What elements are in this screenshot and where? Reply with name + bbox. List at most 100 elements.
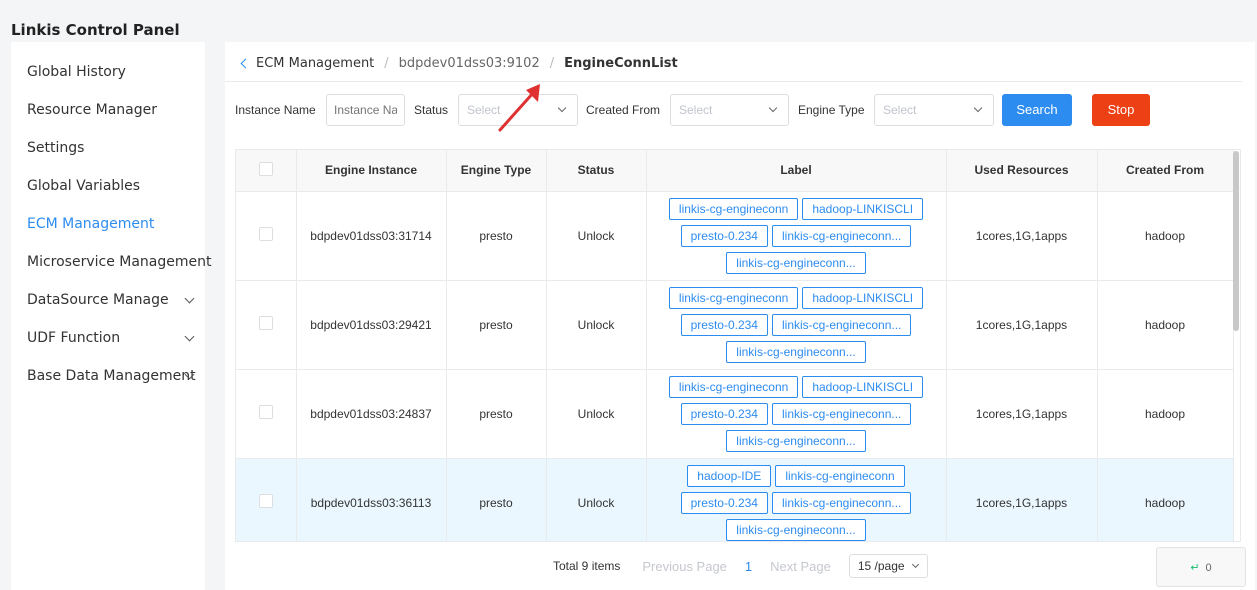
page-size-select[interactable]: 15 /page — [848, 554, 928, 578]
label-tag: presto-0.234 — [680, 491, 768, 514]
created-from-cell: hadoop — [1097, 458, 1234, 541]
status-cell: Unlock — [546, 369, 647, 459]
engine-type-cell: presto — [446, 280, 547, 370]
divider — [225, 81, 1242, 82]
breadcrumb-root[interactable]: ECM Management — [256, 56, 374, 71]
floating-widget[interactable]: ↵ 0 — [1156, 547, 1246, 587]
sidebar-item-label: Base Data Management — [27, 368, 196, 384]
select-all-checkbox[interactable] — [258, 161, 273, 176]
select-all-header — [236, 150, 297, 192]
label-tag: linkis-cg-engineconn... — [726, 340, 866, 363]
label-tag: hadoop-LINKISCLI — [802, 286, 924, 309]
sidebar-item-global-variables[interactable]: Global Variables — [27, 178, 140, 194]
breadcrumb-middle[interactable]: bdpdev01dss03:9102 — [399, 56, 540, 71]
sidebar-item-global-history[interactable]: Global History — [27, 64, 126, 80]
row-checkbox[interactable] — [258, 227, 273, 241]
instance-name-input[interactable] — [326, 94, 405, 126]
created-from-select-value: Select — [679, 103, 713, 117]
table-row[interactable]: bdpdev01dss03:31714 presto Unlock linkis… — [236, 191, 1234, 281]
app-title: Linkis Control Panel — [11, 21, 180, 39]
table-row[interactable]: bdpdev01dss03:36113 presto Unlock hadoop… — [236, 458, 1234, 541]
sidebar-item-ecm-management[interactable]: ECM Management — [27, 216, 154, 232]
label-tag: presto-0.234 — [680, 313, 768, 336]
used-resources-cell: 1cores,1G,1apps — [946, 280, 1098, 370]
engine-type-cell: presto — [446, 369, 547, 459]
used-resources-cell: 1cores,1G,1apps — [946, 369, 1098, 459]
sidebar-item-label: DataSource Manage — [27, 292, 169, 308]
engine-instance-cell: bdpdev01dss03:24837 — [296, 369, 447, 459]
sidebar-item-microservice-management[interactable]: Microservice Management — [27, 254, 212, 270]
page-size-value: 15 /page — [857, 559, 905, 573]
created-from-cell: hadoop — [1097, 280, 1234, 370]
stop-button[interactable]: Stop — [1092, 94, 1150, 126]
column-header[interactable]: Label — [646, 150, 947, 192]
engine-type-cell: presto — [446, 458, 547, 541]
breadcrumb-current: EngineConnList — [564, 56, 678, 71]
instance-name-label: Instance Name — [235, 103, 316, 117]
engine-type-select[interactable]: Select — [874, 94, 994, 126]
engine-instance-cell: bdpdev01dss03:36113 — [296, 458, 447, 541]
label-tag: hadoop-IDE — [687, 464, 772, 487]
sidebar-item-label: Settings — [27, 140, 85, 156]
sidebar-item-label: Global History — [27, 64, 126, 80]
label-tag: linkis-cg-engineconn... — [726, 251, 866, 274]
sidebar-item-settings[interactable]: Settings — [27, 140, 84, 156]
row-select-cell — [236, 191, 297, 281]
annotation-arrow-icon — [498, 84, 540, 132]
label-tag: linkis-cg-engineconn... — [771, 313, 912, 336]
engine-table: Engine Instance Engine Type Status Label… — [235, 149, 1241, 542]
label-tag: linkis-cg-engineconn — [668, 286, 799, 309]
status-cell: Unlock — [546, 280, 647, 370]
row-checkbox[interactable] — [258, 316, 273, 330]
sidebar-item-label: ECM Management — [27, 216, 155, 232]
sidebar-item-resource-manager[interactable]: Resource Manager — [27, 102, 157, 118]
pagination: Total 9 items Previous Page 1 Next Page … — [553, 554, 928, 578]
page-number-button[interactable]: 1 — [745, 559, 752, 574]
breadcrumb: ECM Management / bdpdev01dss03:9102 / En… — [239, 56, 678, 71]
previous-page-button[interactable]: Previous Page — [642, 559, 727, 574]
breadcrumb-separator: / — [549, 56, 555, 71]
chevron-down-icon — [184, 331, 195, 342]
row-checkbox[interactable] — [258, 405, 273, 419]
chevron-down-icon — [911, 560, 919, 569]
label-cell: linkis-cg-engineconn hadoop-LINKISCLI pr… — [646, 280, 947, 370]
table-header: Engine Instance Engine Type Status Label… — [236, 150, 1234, 192]
engine-instance-cell: bdpdev01dss03:31714 — [296, 191, 447, 281]
row-select-cell — [236, 369, 297, 459]
sidebar-item-udf-function[interactable]: UDF Function — [27, 330, 195, 346]
label-tag: linkis-cg-engineconn... — [771, 491, 912, 514]
sidebar-item-label: Global Variables — [27, 178, 141, 194]
sidebar-item-label: Microservice Management — [27, 254, 212, 270]
breadcrumb-separator: / — [384, 56, 389, 71]
chevron-down-icon — [184, 293, 195, 304]
column-header[interactable]: Status — [546, 150, 647, 192]
chevron-left-icon[interactable] — [240, 58, 251, 69]
table-row[interactable]: bdpdev01dss03:24837 presto Unlock linkis… — [236, 369, 1234, 459]
label-tag: hadoop-LINKISCLI — [802, 375, 924, 398]
engine-instance-cell: bdpdev01dss03:29421 — [296, 280, 447, 370]
table-row[interactable]: bdpdev01dss03:29421 presto Unlock linkis… — [236, 280, 1234, 370]
chevron-down-icon — [973, 103, 983, 113]
main-panel: ECM Management / bdpdev01dss03:9102 / En… — [225, 42, 1255, 590]
column-header[interactable]: Engine Instance — [296, 150, 447, 192]
status-cell: Unlock — [546, 458, 647, 541]
column-header[interactable]: Used Resources — [946, 150, 1098, 192]
row-checkbox[interactable] — [258, 494, 273, 508]
search-button[interactable]: Search — [1002, 94, 1072, 126]
used-resources-cell: 1cores,1G,1apps — [946, 191, 1098, 281]
column-header[interactable]: Engine Type — [446, 150, 547, 192]
column-header[interactable]: Created From — [1097, 150, 1234, 192]
sidebar-item-datasource-manage[interactable]: DataSource Manage — [27, 292, 195, 308]
created-from-cell: hadoop — [1097, 191, 1234, 281]
label-tag: linkis-cg-engineconn... — [771, 224, 912, 247]
created-from-select[interactable]: Select — [670, 94, 789, 126]
label-tag: hadoop-LINKISCLI — [802, 197, 924, 220]
label-cell: linkis-cg-engineconn hadoop-LINKISCLI pr… — [646, 191, 947, 281]
status-cell: Unlock — [546, 191, 647, 281]
table-scrollbar[interactable] — [1233, 151, 1239, 331]
label-tag: linkis-cg-engineconn — [775, 464, 905, 487]
row-select-cell — [236, 458, 297, 541]
sidebar-item-base-data-management[interactable]: Base Data Management — [27, 368, 196, 384]
label-cell: hadoop-IDE linkis-cg-engineconn presto-0… — [646, 458, 947, 541]
next-page-button[interactable]: Next Page — [770, 559, 831, 574]
